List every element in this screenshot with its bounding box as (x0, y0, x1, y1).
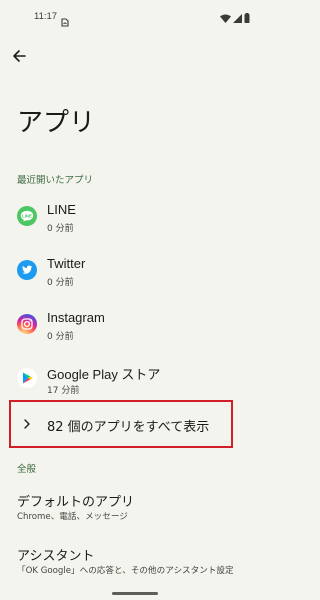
signal-icon (233, 8, 242, 27)
default-apps-item[interactable]: デフォルトのアプリ Chrome、電話、メッセージ (0, 485, 270, 529)
section-header-general: 全般 (17, 464, 37, 475)
pref-title: デフォルトのアプリ (17, 495, 135, 510)
section-header-recent: 最近開いたアプリ (17, 175, 94, 186)
status-bar: 11:17 (0, 0, 270, 36)
app-item-google-play[interactable]: Google Play ストア 17 分前 (0, 358, 270, 406)
app-name: LINE (47, 202, 76, 217)
wifi-icon (220, 8, 231, 27)
line-icon: LINE (17, 206, 37, 226)
pref-subtitle: Chrome、電話、メッセージ (17, 512, 128, 522)
app-name: Google Play ストア (47, 367, 161, 382)
status-time: 11:17 (34, 11, 58, 22)
app-name: Instagram (47, 310, 105, 325)
app-item-instagram[interactable]: Instagram 0 分前 (0, 304, 270, 352)
back-button[interactable] (8, 45, 30, 67)
app-item-line[interactable]: LINE LINE 0 分前 (0, 196, 270, 244)
app-last-used: 0 分前 (47, 224, 74, 234)
app-last-used: 0 分前 (47, 332, 74, 342)
app-last-used: 0 分前 (47, 278, 74, 288)
battery-icon (244, 8, 250, 27)
app-name: Twitter (47, 256, 86, 271)
pref-subtitle: 「OK Google」への応答と、その他のアシスタント設定 (17, 566, 234, 576)
chevron-right-icon (24, 419, 30, 429)
arrow-back-icon (13, 50, 26, 62)
see-all-apps-label: 82 個のアプリをすべて表示 (47, 420, 210, 435)
twitter-icon (17, 260, 37, 280)
instagram-icon (17, 314, 37, 334)
page-title: アプリ (17, 108, 96, 138)
app-last-used: 17 分前 (47, 386, 80, 396)
gesture-nav-handle[interactable] (112, 592, 158, 595)
google-play-icon (17, 368, 37, 388)
see-all-apps-button[interactable]: 82 個のアプリをすべて表示 (9, 400, 233, 448)
pref-title: アシスタント (17, 549, 95, 564)
sim-icon (61, 12, 69, 27)
app-item-twitter[interactable]: Twitter 0 分前 (0, 250, 270, 298)
status-icons (220, 12, 250, 23)
assistant-item[interactable]: アシスタント 「OK Google」への応答と、その他のアシスタント設定 (0, 539, 270, 583)
svg-text:LINE: LINE (22, 213, 32, 218)
